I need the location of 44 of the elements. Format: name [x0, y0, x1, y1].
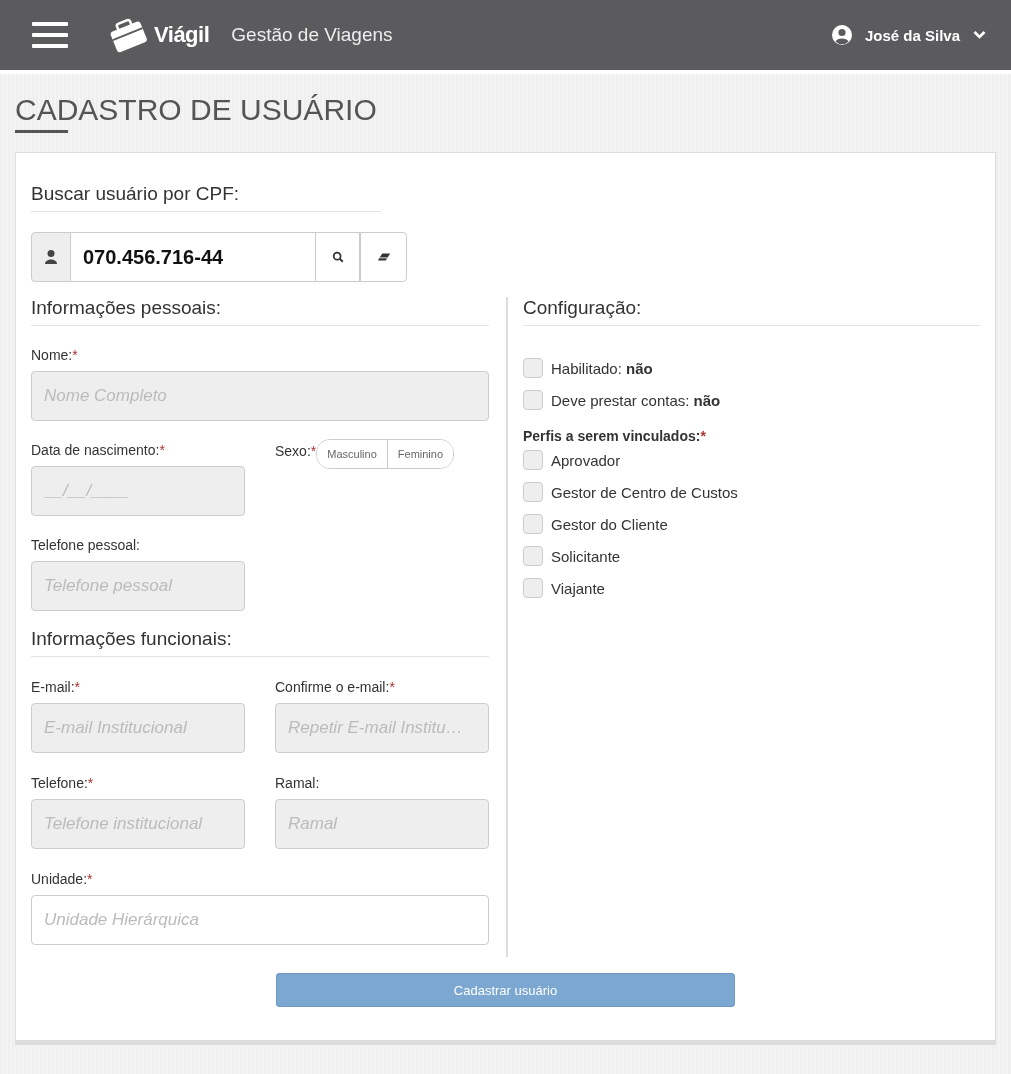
field-label: Ramal:	[275, 775, 321, 791]
app-subtitle: Gestão de Viagens	[231, 24, 393, 46]
checkbox-label: Solicitante	[551, 547, 621, 565]
gender-option[interactable]: Feminino	[386, 440, 454, 468]
field-label: Sexo:*	[275, 443, 317, 459]
checkbox[interactable]	[523, 482, 543, 502]
checkbox-label: Viajante	[551, 579, 605, 597]
field-label: Nome:*	[31, 347, 79, 363]
page-title: CADASTRO DE USUÁRIO	[15, 92, 378, 128]
menu-icon[interactable]	[32, 21, 68, 49]
field-label: Data de nascimento:*	[31, 442, 166, 458]
field-label: Unidade:*	[31, 871, 94, 887]
section-heading: Informações pessoais:	[31, 297, 489, 326]
section-heading: Informações funcionais:	[31, 628, 489, 657]
search-button[interactable]	[316, 232, 360, 282]
checkbox[interactable]	[523, 450, 543, 470]
checkbox-label: Habilitado: não	[551, 359, 653, 377]
checkbox[interactable]	[523, 390, 543, 410]
field-label: E-mail:*	[31, 679, 81, 695]
checkbox[interactable]	[523, 546, 543, 566]
eraser-icon	[376, 251, 391, 263]
title-underline	[15, 130, 68, 133]
field-label: Telefone:*	[31, 775, 95, 791]
checkbox-label: Aprovador	[551, 451, 621, 469]
field-label: Confirme o e-mail:*	[275, 679, 396, 695]
user-icon	[44, 249, 58, 265]
cpf-field[interactable]: 070.456.716-44	[71, 232, 316, 282]
section-heading: Buscar usuário por CPF:	[31, 183, 381, 212]
checkbox-label: Gestor de Centro de Custos	[551, 483, 738, 501]
input-field[interactable]: Unidade Hierárquica	[31, 895, 489, 945]
checkbox-label: Deve prestar contas: não	[551, 391, 721, 409]
section-heading: Configuração:	[523, 297, 980, 326]
clear-button[interactable]	[360, 232, 407, 282]
chevron-down-icon[interactable]	[972, 30, 987, 40]
user-avatar-icon[interactable]	[830, 24, 853, 46]
brand-name: Viágil	[154, 22, 210, 48]
search-icon	[330, 251, 345, 263]
checkbox[interactable]	[523, 358, 543, 378]
field-label: Telefone pessoal:	[31, 537, 141, 553]
checkbox[interactable]	[523, 578, 543, 598]
checkbox[interactable]	[523, 514, 543, 534]
user-name[interactable]: José da Silva	[864, 26, 960, 44]
checkbox-label: Gestor do Cliente	[551, 515, 668, 533]
profiles-heading: Perfis a serem vinculados:*	[523, 428, 707, 444]
